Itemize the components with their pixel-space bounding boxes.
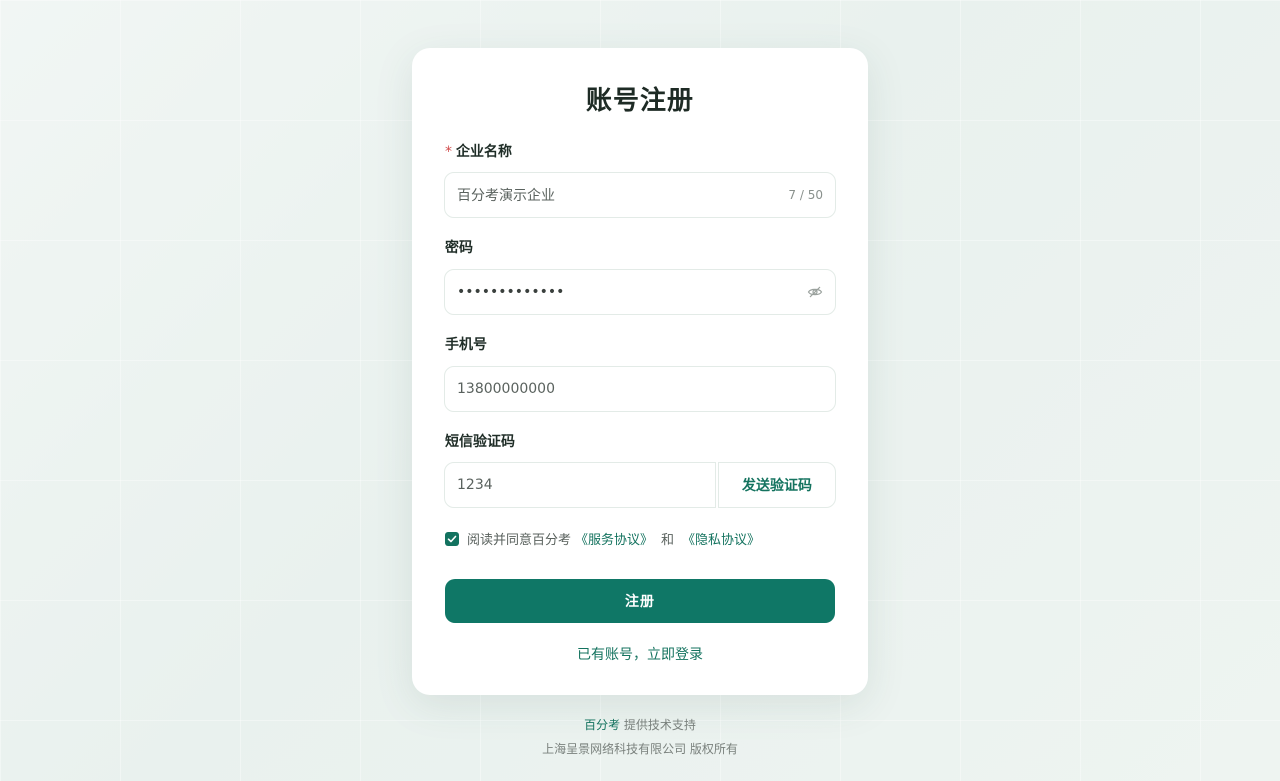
required-mark: * [445, 144, 452, 160]
company-label-text: 企业名称 [456, 144, 512, 160]
company-name-value: 百分考演示企业 [457, 188, 555, 204]
eye-off-icon[interactable] [807, 284, 823, 300]
password-value: ••••••••••••• [457, 284, 565, 300]
phone-input[interactable]: 13800000000 [444, 366, 836, 412]
agreement-row: 阅读并同意百分考 《服务协议》 和 《隐私协议》 [445, 529, 764, 548]
login-link[interactable]: 已有账号，立即登录 [412, 644, 868, 664]
privacy-agreement-link[interactable]: 《隐私协议》 [682, 529, 760, 548]
footer-brand-link[interactable]: 百分考 [584, 718, 620, 732]
phone-label: 手机号 [445, 337, 487, 353]
service-agreement-link[interactable]: 《服务协议》 [575, 529, 653, 548]
check-icon [447, 535, 457, 542]
char-counter: 7 / 50 [788, 188, 823, 202]
register-button[interactable]: 注册 [445, 579, 835, 623]
sms-code-label: 短信验证码 [445, 434, 515, 450]
sms-code-input[interactable]: 1234 [444, 462, 716, 508]
company-name-input[interactable]: 百分考演示企业 7 / 50 [444, 172, 836, 218]
password-input[interactable]: ••••••••••••• [444, 269, 836, 315]
footer-support: 百分考 提供技术支持 [0, 716, 1280, 733]
agreement-prefix: 阅读并同意百分考 [467, 533, 572, 548]
register-card: 账号注册 * 企业名称 百分考演示企业 7 / 50 密码 •••••••••••… [412, 48, 868, 695]
page-title: 账号注册 [585, 86, 694, 116]
sms-code-value: 1234 [457, 477, 493, 493]
password-label: 密码 [445, 240, 473, 256]
phone-value: 13800000000 [457, 381, 555, 397]
agreement-and: 和 [661, 533, 675, 548]
company-label: * 企业名称 [445, 141, 512, 161]
footer-copyright: 上海呈景网络科技有限公司 版权所有 [542, 742, 738, 756]
send-code-button[interactable]: 发送验证码 [718, 462, 836, 508]
footer-support-text: 提供技术支持 [623, 718, 696, 732]
agreement-checkbox[interactable] [445, 531, 459, 546]
